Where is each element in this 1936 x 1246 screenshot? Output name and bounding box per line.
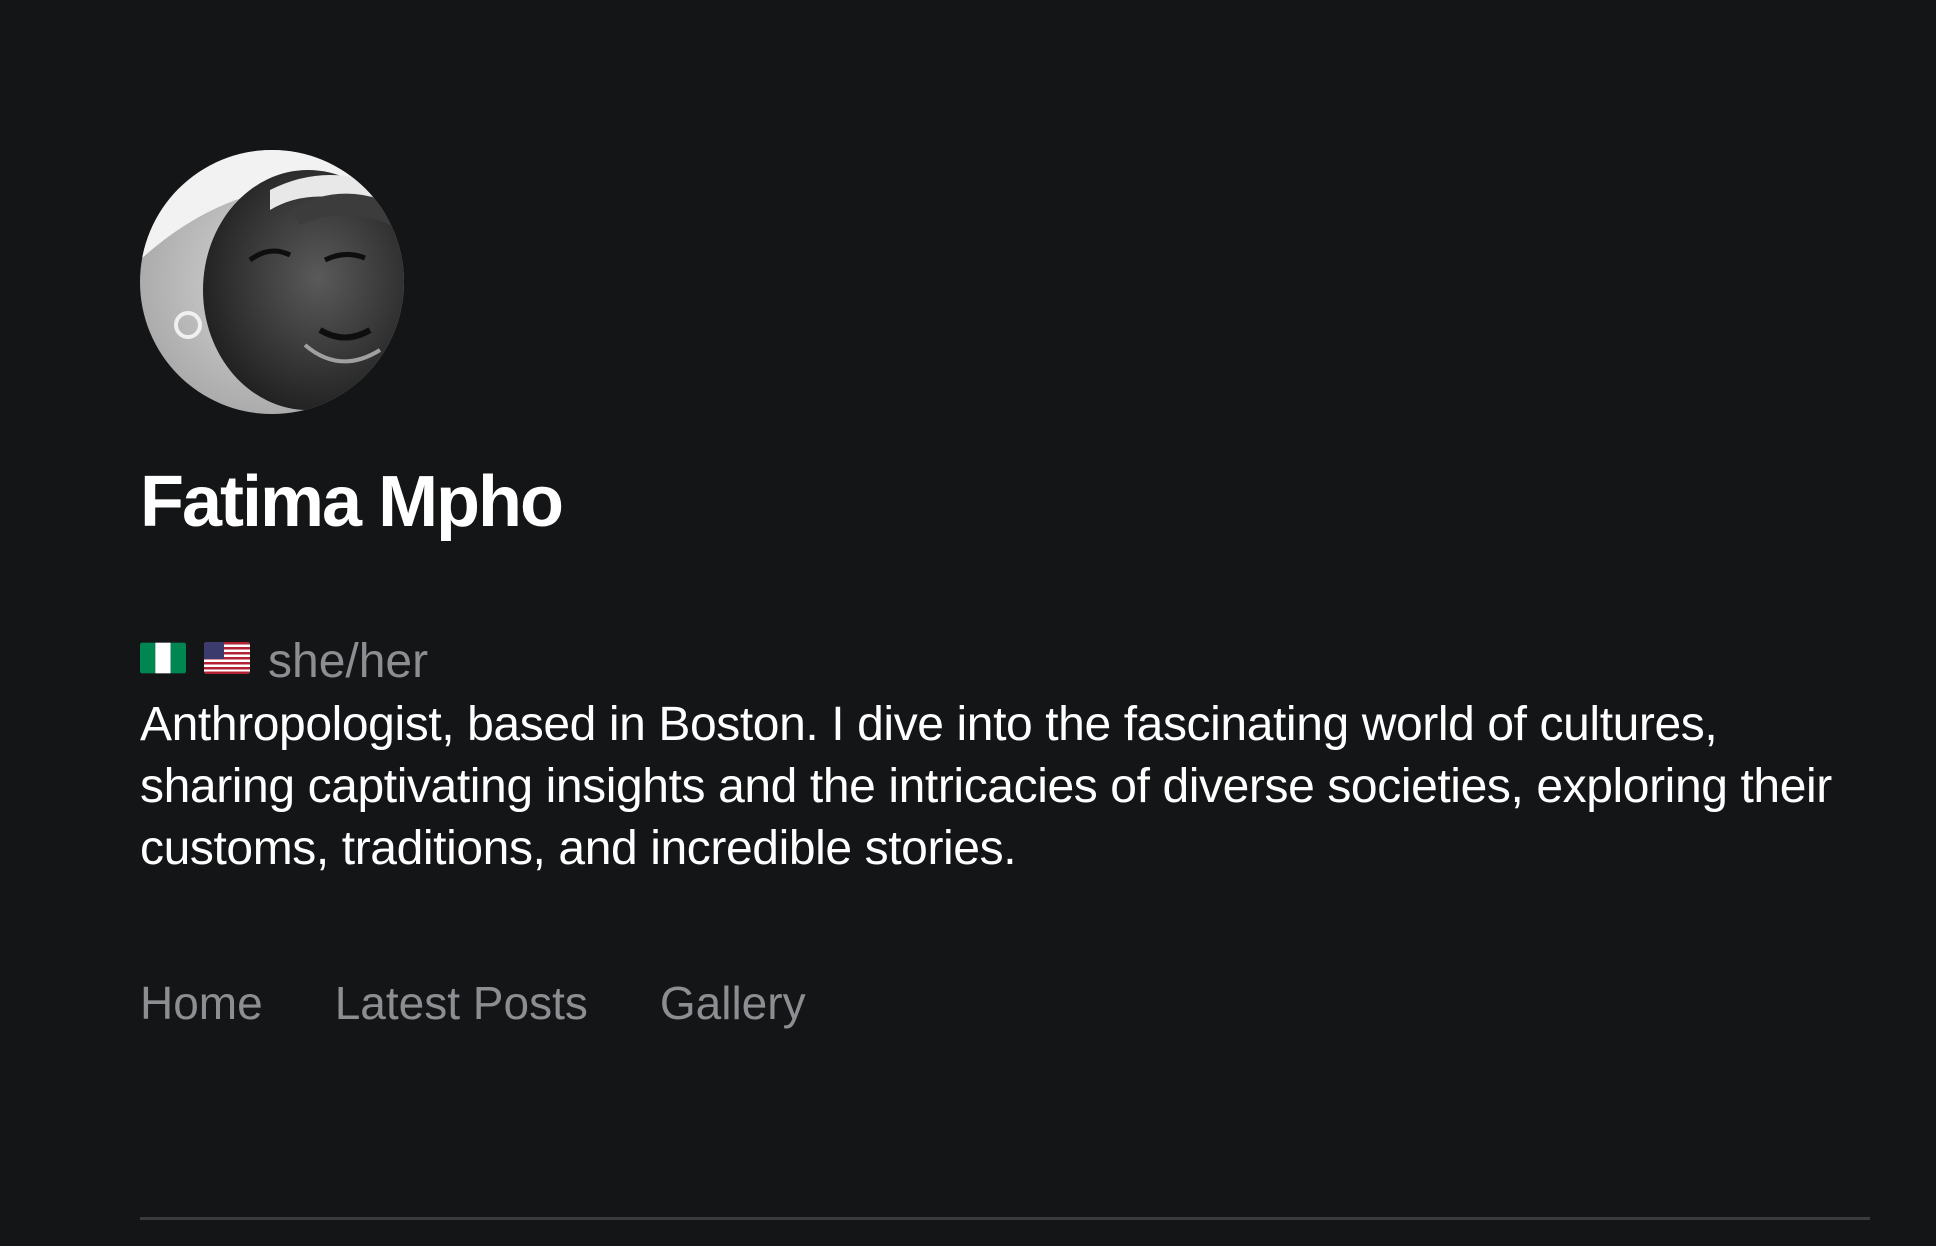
pronouns: she/her xyxy=(268,635,429,688)
main-nav: Home Latest Posts Gallery xyxy=(140,980,1870,1026)
nigeria-flag-icon xyxy=(140,642,186,674)
nav-home[interactable]: Home xyxy=(140,980,263,1026)
avatar[interactable] xyxy=(140,150,404,414)
profile-bio: Anthropologist, based in Boston. I dive … xyxy=(140,698,1832,875)
divider xyxy=(140,1217,1870,1220)
profile-name: Fatima Mpho xyxy=(140,462,564,542)
profile-header: Fatima Mpho she/her Anthropologist, base… xyxy=(140,150,1870,1026)
profile-meta: she/her xyxy=(140,636,1870,688)
nav-gallery[interactable]: Gallery xyxy=(660,980,806,1026)
nav-latest-posts[interactable]: Latest Posts xyxy=(335,980,588,1026)
usa-flag-icon xyxy=(204,642,250,674)
